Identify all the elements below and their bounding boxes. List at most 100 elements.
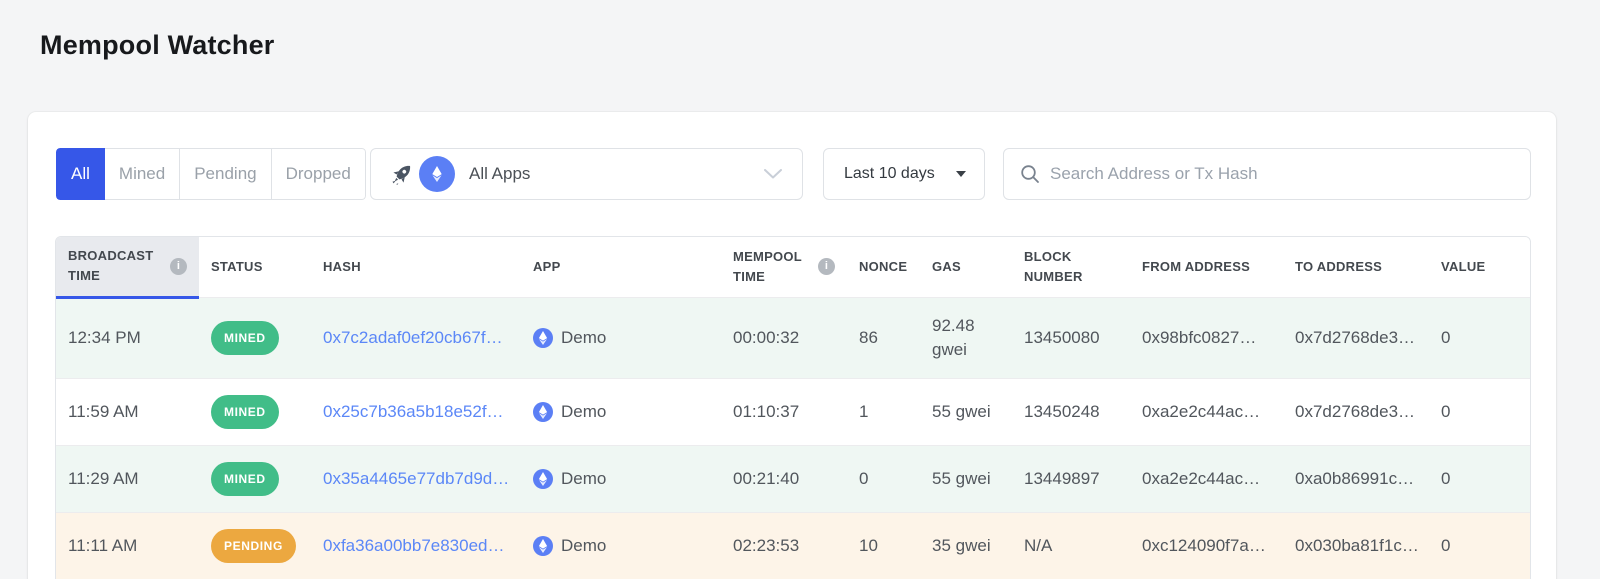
cell-app: Demo: [521, 297, 721, 378]
cell-value: 0: [1429, 297, 1531, 378]
cell-nonce: 10: [847, 512, 920, 579]
tab-pending[interactable]: Pending: [180, 148, 271, 200]
tx-hash-link[interactable]: 0x7c2adaf0ef20cb67f…: [323, 326, 509, 350]
mempool-card: All Mined Pending Dropped: [28, 112, 1556, 579]
app-name: Demo: [561, 400, 606, 424]
transactions-table: BROADCAST TIME i STATUS HASH APP MEMPOOL TIME…: [55, 236, 1531, 579]
caret-down-icon: [956, 171, 966, 177]
cell-from_address: 0xa2e2c44ac…: [1130, 378, 1283, 445]
app-name: Demo: [561, 534, 606, 558]
cell-hash: 0x35a4465e77db7d9d…: [311, 445, 521, 512]
cell-gas: 55 gwei: [920, 378, 1012, 445]
column-label: TO ADDRESS: [1295, 257, 1382, 277]
cell-block_number: 13449897: [1012, 445, 1130, 512]
cell-status: MINED: [199, 297, 311, 378]
cell-broadcast_time: 12:34 PM: [56, 297, 199, 378]
app-name: Demo: [561, 326, 606, 350]
info-icon[interactable]: i: [170, 258, 187, 275]
column-header-hash[interactable]: HASH: [311, 237, 521, 297]
cell-nonce: 86: [847, 297, 920, 378]
tab-dropped[interactable]: Dropped: [272, 148, 366, 200]
column-header-mempool_time[interactable]: MEMPOOL TIME i: [721, 237, 847, 297]
status-filter-tabs: All Mined Pending Dropped: [56, 148, 366, 200]
cell-gas: 92.48 gwei: [920, 297, 1012, 378]
column-label: GAS: [932, 257, 961, 277]
cell-to_address: 0xa0b86991c…: [1283, 445, 1429, 512]
cell-from_address: 0xc124090f7a…: [1130, 512, 1283, 579]
column-header-to_address[interactable]: TO ADDRESS: [1283, 237, 1429, 297]
cell-to_address: 0x030ba81f1c…: [1283, 512, 1429, 579]
column-header-from_address[interactable]: FROM ADDRESS: [1130, 237, 1283, 297]
cell-mempool_time: 01:10:37: [721, 378, 847, 445]
cell-hash: 0xfa36a00bb7e830ed…: [311, 512, 521, 579]
ethereum-icon: [533, 536, 553, 556]
cell-mempool_time: 00:00:32: [721, 297, 847, 378]
ethereum-icon: [533, 328, 553, 348]
cell-nonce: 1: [847, 378, 920, 445]
column-label: HASH: [323, 257, 361, 277]
cell-from_address: 0x98bfc0827…: [1130, 297, 1283, 378]
status-badge: MINED: [211, 321, 279, 355]
column-label: MEMPOOL TIME: [733, 247, 810, 287]
date-range-dropdown[interactable]: Last 10 days: [823, 148, 985, 200]
cell-to_address: 0x7d2768de3…: [1283, 297, 1429, 378]
cell-status: MINED: [199, 378, 311, 445]
ethereum-icon: [533, 402, 553, 422]
column-header-broadcast_time[interactable]: BROADCAST TIME i: [56, 237, 199, 297]
cell-app: Demo: [521, 378, 721, 445]
column-label: BROADCAST TIME: [68, 246, 162, 286]
column-label: STATUS: [211, 257, 263, 277]
cell-status: PENDING: [199, 512, 311, 579]
page-title: Mempool Watcher: [40, 30, 275, 61]
cell-block_number: 13450248: [1012, 378, 1130, 445]
column-label: NONCE: [859, 257, 907, 277]
status-badge: MINED: [211, 395, 279, 429]
cell-app: Demo: [521, 512, 721, 579]
column-header-gas[interactable]: GAS: [920, 237, 1012, 297]
cell-broadcast_time: 11:59 AM: [56, 378, 199, 445]
cell-nonce: 0: [847, 445, 920, 512]
ethereum-icon: [533, 469, 553, 489]
table-row: 11:59 AM MINED 0x25c7b36a5b18e52f… Demo 01:1…: [56, 378, 1531, 445]
search-input[interactable]: [1050, 164, 1514, 184]
app-filter-dropdown[interactable]: All Apps: [370, 148, 803, 200]
tx-hash-link[interactable]: 0x35a4465e77db7d9d…: [323, 467, 509, 491]
cell-mempool_time: 00:21:40: [721, 445, 847, 512]
tx-hash-link[interactable]: 0x25c7b36a5b18e52f…: [323, 400, 509, 424]
toolbar: All Mined Pending Dropped: [28, 148, 1556, 200]
status-badge: PENDING: [211, 529, 296, 563]
date-range-label: Last 10 days: [844, 165, 935, 183]
cell-broadcast_time: 11:11 AM: [56, 512, 199, 579]
column-label: BLOCK NUMBER: [1024, 247, 1118, 287]
cell-hash: 0x25c7b36a5b18e52f…: [311, 378, 521, 445]
table-row: 11:29 AMMINED0x35a4465e77db7d9d…Demo00:2…: [56, 445, 1531, 512]
cell-hash: 0x7c2adaf0ef20cb67f…: [311, 297, 521, 378]
table-header-row: BROADCAST TIME i STATUS HASH APP MEMPOOL TIME…: [56, 237, 1531, 297]
table-row: 11:11 AMPENDING0xfa36a00bb7e830ed…Demo02…: [56, 512, 1531, 579]
cell-to_address: 0x7d2768de3…: [1283, 378, 1429, 445]
column-label: FROM ADDRESS: [1142, 257, 1250, 277]
tab-all[interactable]: All: [56, 148, 105, 200]
tx-hash-link[interactable]: 0xfa36a00bb7e830ed…: [323, 534, 509, 558]
cell-block_number: 13450080: [1012, 297, 1130, 378]
chevron-down-icon: [764, 169, 782, 179]
column-header-block_number[interactable]: BLOCK NUMBER: [1012, 237, 1130, 297]
search-icon: [1020, 164, 1040, 184]
cell-block_number: N/A: [1012, 512, 1130, 579]
app-name: Demo: [561, 467, 606, 491]
tab-mined[interactable]: Mined: [105, 148, 180, 200]
column-label: APP: [533, 257, 561, 277]
column-header-nonce[interactable]: NONCE: [847, 237, 920, 297]
status-badge: MINED: [211, 462, 279, 496]
cell-app: Demo: [521, 445, 721, 512]
column-header-status[interactable]: STATUS: [199, 237, 311, 297]
column-header-value[interactable]: VALUE: [1429, 237, 1531, 297]
column-header-app[interactable]: APP: [521, 237, 721, 297]
info-icon[interactable]: i: [818, 258, 835, 275]
ethereum-icon: [419, 156, 455, 192]
app-dropdown-label: All Apps: [469, 164, 764, 184]
cell-value: 0: [1429, 445, 1531, 512]
search-box: [1003, 148, 1531, 200]
cell-from_address: 0xa2e2c44ac…: [1130, 445, 1283, 512]
cell-gas: 55 gwei: [920, 445, 1012, 512]
